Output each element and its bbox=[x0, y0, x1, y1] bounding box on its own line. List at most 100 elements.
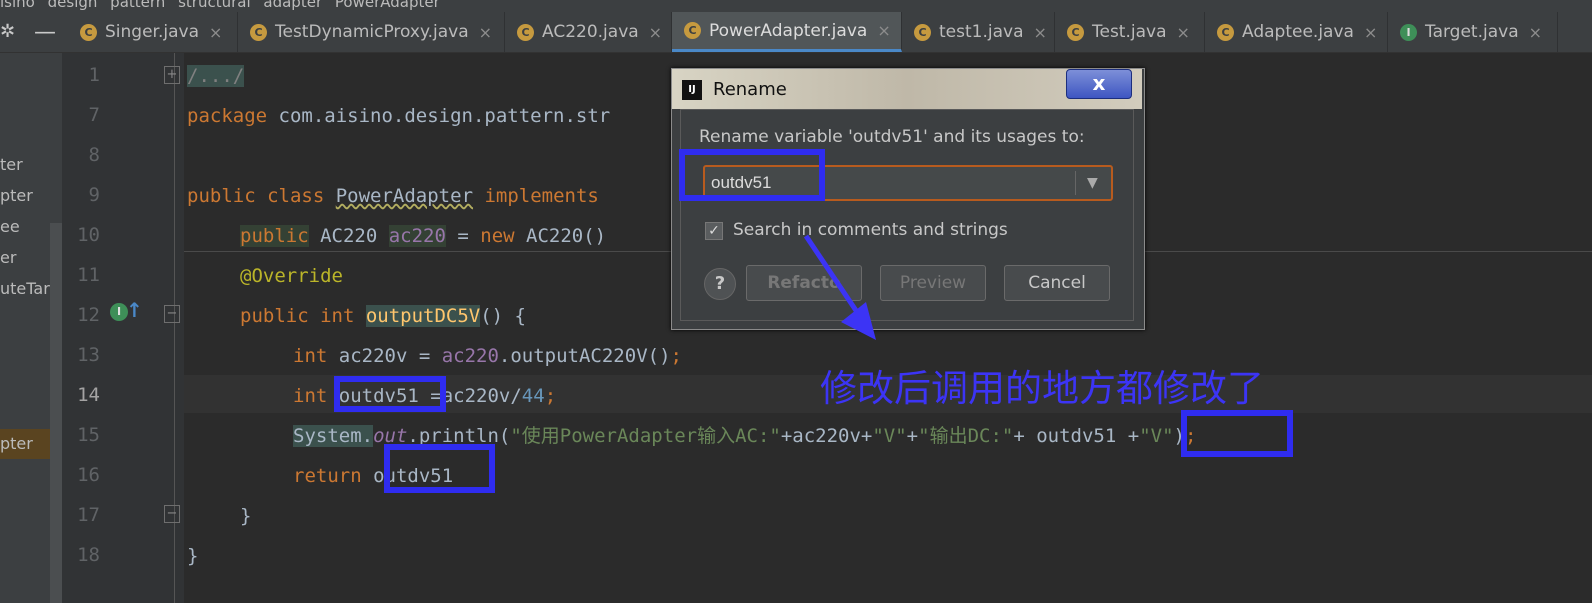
chevron-down-icon[interactable]: ▼ bbox=[1087, 175, 1098, 191]
highlight-box bbox=[1181, 410, 1293, 457]
dialog-title: Rename bbox=[713, 79, 787, 100]
breadcrumb-item[interactable]: design bbox=[48, 0, 98, 11]
line-number: 16 bbox=[77, 464, 100, 486]
breadcrumb-item[interactable]: adapter bbox=[263, 0, 322, 11]
code-text: + bbox=[906, 425, 919, 447]
field-name: ac220 bbox=[441, 345, 499, 367]
search-comments-label[interactable]: Search in comments and strings bbox=[733, 220, 1008, 240]
project-item[interactable]: ee bbox=[0, 217, 20, 236]
code-line-1: /.../ bbox=[187, 64, 245, 88]
line-number: 9 bbox=[88, 184, 100, 206]
line-number: 17 bbox=[77, 504, 100, 526]
line-number: 15 bbox=[77, 424, 100, 446]
project-scrollbar[interactable] bbox=[50, 223, 62, 603]
folded-region[interactable]: /.../ bbox=[187, 65, 245, 87]
class-icon: C bbox=[517, 23, 534, 41]
code-text: AC220 bbox=[308, 225, 389, 247]
collapse-icon[interactable]: — bbox=[34, 20, 56, 45]
class-name: PowerAdapter bbox=[335, 185, 474, 207]
refactor-button[interactable]: Refacto bbox=[746, 265, 862, 301]
keyword: public class bbox=[187, 185, 325, 207]
code-line-13: int ac220v = ac220.outputAC220V(); bbox=[293, 344, 682, 368]
arrow-up-icon[interactable]: ↑ bbox=[126, 298, 143, 322]
project-item[interactable]: ter bbox=[0, 155, 23, 174]
tab-target[interactable]: I Target.java × bbox=[1388, 12, 1558, 52]
breadcrumb-item[interactable]: PowerAdapter bbox=[335, 0, 440, 11]
line-number: 11 bbox=[77, 264, 100, 286]
combo-separator bbox=[1075, 171, 1076, 195]
tab-adaptee[interactable]: C Adaptee.java × bbox=[1205, 12, 1388, 52]
code-text: .outputAC220V() bbox=[498, 345, 671, 367]
breadcrumb-item[interactable]: pattern bbox=[110, 0, 165, 11]
cancel-button[interactable]: Cancel bbox=[1004, 265, 1110, 301]
code-text: System. bbox=[293, 425, 374, 447]
dialog-titlebar[interactable]: IJ Rename x bbox=[672, 69, 1142, 109]
tab-test1[interactable]: C test1.java × bbox=[902, 12, 1055, 52]
project-item[interactable]: er bbox=[0, 248, 16, 267]
code-line-9: public class PowerAdapter implements bbox=[187, 184, 599, 208]
tab-test[interactable]: C Test.java × bbox=[1055, 12, 1205, 52]
field-name: ac220 bbox=[388, 225, 446, 247]
tab-label: Target.java bbox=[1425, 22, 1519, 42]
tab-poweradapter[interactable]: C PowerAdapter.java × bbox=[672, 12, 902, 52]
code-line-10: public AC220 ac220 = new AC220() bbox=[240, 224, 606, 248]
tab-label: test1.java bbox=[939, 22, 1024, 42]
semicolon: ; bbox=[544, 385, 557, 407]
close-icon[interactable]: × bbox=[649, 23, 662, 42]
code-line-12: public int outputDC5V() { bbox=[240, 304, 526, 328]
keyword: return bbox=[293, 465, 362, 487]
close-icon[interactable]: × bbox=[209, 23, 222, 42]
close-icon[interactable]: × bbox=[1177, 23, 1190, 42]
close-icon[interactable]: × bbox=[1529, 23, 1542, 42]
fold-collapse-icon[interactable]: − bbox=[164, 505, 180, 523]
variable-name: outdv51 bbox=[1036, 425, 1117, 447]
keyword: int bbox=[293, 385, 328, 407]
close-button[interactable]: x bbox=[1066, 69, 1132, 99]
gear-icon[interactable]: ✲ bbox=[0, 21, 15, 42]
class-icon: C bbox=[1067, 23, 1084, 41]
line-number: 8 bbox=[88, 144, 100, 166]
fold-collapse-icon[interactable]: − bbox=[164, 305, 180, 323]
editor-tab-bar: ✲ — C Singer.java × C TestDynamicProxy.j… bbox=[0, 12, 1592, 53]
close-icon[interactable]: × bbox=[1364, 23, 1377, 42]
code-text: AC220() bbox=[514, 225, 607, 247]
code-text: + bbox=[1013, 425, 1037, 447]
tab-ac220[interactable]: C AC220.java × bbox=[505, 12, 672, 52]
project-item-poweradapter[interactable]: pter bbox=[0, 434, 33, 453]
keyword: public bbox=[240, 225, 309, 247]
rename-prompt: Rename variable 'outdv51' and its usages… bbox=[699, 127, 1085, 147]
code-text: () { bbox=[480, 305, 526, 327]
close-icon[interactable]: × bbox=[479, 23, 492, 42]
annotation-text: 修改后调用的地方都修改了 bbox=[820, 367, 1264, 410]
tab-tools: ✲ — bbox=[0, 12, 68, 52]
tab-singer[interactable]: C Singer.java × bbox=[68, 12, 238, 52]
string: "V" bbox=[872, 425, 907, 447]
code-line-7: package com.aisino.design.pattern.str bbox=[187, 104, 610, 128]
preview-button[interactable]: Preview bbox=[880, 265, 986, 301]
class-icon: C bbox=[1217, 23, 1234, 41]
fold-expand-icon[interactable]: + bbox=[164, 66, 180, 84]
tab-label: Adaptee.java bbox=[1242, 22, 1354, 42]
tab-testdynamicproxy[interactable]: C TestDynamicProxy.java × bbox=[238, 12, 505, 52]
line-number: 12 bbox=[77, 304, 100, 326]
breadcrumb-item[interactable]: structural bbox=[178, 0, 251, 11]
highlight-box bbox=[679, 149, 825, 201]
code-text: + bbox=[1116, 425, 1140, 447]
line-number: 13 bbox=[77, 344, 100, 366]
code-text: = bbox=[445, 225, 481, 247]
close-icon[interactable]: × bbox=[877, 21, 890, 40]
search-comments-checkbox[interactable]: ✓ bbox=[705, 222, 723, 240]
string: "使用PowerAdapter输入AC:" bbox=[510, 425, 781, 447]
intellij-logo-icon: IJ bbox=[682, 80, 702, 100]
tab-label: Test.java bbox=[1092, 22, 1167, 42]
breadcrumb: isino design pattern structural adapter … bbox=[0, 0, 1592, 12]
keyword: package bbox=[187, 105, 268, 127]
tab-label: AC220.java bbox=[542, 22, 639, 42]
string: "V" bbox=[1139, 425, 1174, 447]
tab-label: TestDynamicProxy.java bbox=[275, 22, 469, 42]
tab-label: PowerAdapter.java bbox=[709, 20, 868, 41]
close-icon[interactable]: × bbox=[1034, 23, 1047, 42]
help-button[interactable]: ? bbox=[704, 268, 736, 300]
project-item[interactable]: pter bbox=[0, 186, 33, 205]
breadcrumb-item[interactable]: isino bbox=[0, 0, 35, 11]
